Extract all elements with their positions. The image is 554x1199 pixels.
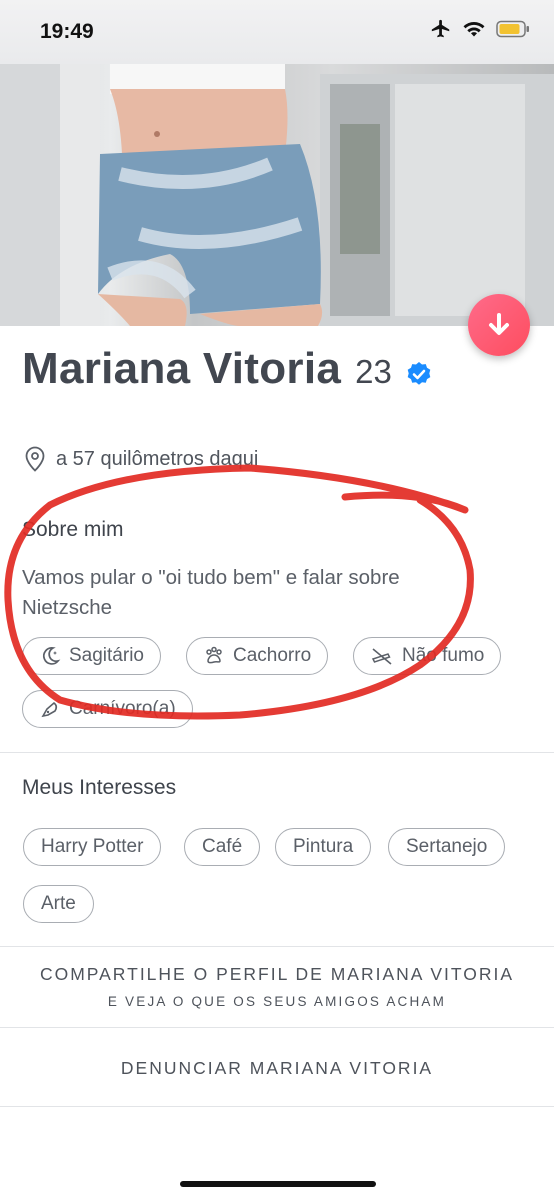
profile-photo-image — [0, 64, 554, 326]
interest-chip: Sertanejo — [388, 828, 506, 866]
arrow-down-icon — [489, 313, 509, 335]
distance-row: a 57 quilômetros daqui — [24, 446, 258, 472]
divider — [0, 1027, 554, 1028]
collapse-profile-button[interactable] — [468, 294, 530, 356]
interest-label: Café — [202, 836, 243, 857]
profile-name: Mariana Vitoria — [22, 344, 342, 393]
divider — [0, 752, 554, 753]
tag-label: Cachorro — [233, 645, 312, 666]
drumstick-icon — [41, 701, 58, 718]
share-title: COMPARTILHE O PERFIL DE MARIANA VITORIA — [39, 964, 515, 984]
moon-icon — [42, 647, 61, 665]
status-time: 19:49 — [40, 20, 94, 43]
no-smoking-icon — [371, 648, 392, 665]
wifi-icon — [463, 22, 485, 37]
profile-photo[interactable] — [0, 64, 554, 326]
tag-diet: Carnívoro(a) — [22, 690, 193, 728]
battery-icon — [496, 20, 529, 38]
paw-icon — [206, 646, 222, 664]
tag-pet: Cachorro — [186, 637, 329, 675]
profile-age: 23 — [355, 353, 392, 390]
status-icons — [430, 18, 530, 40]
divider — [0, 1106, 554, 1107]
tag-label: Carnívoro(a) — [69, 698, 176, 719]
bio-text: Vamos pular o "oi tudo bem" e falar sobr… — [22, 566, 400, 619]
tag-zodiac: Sagitário — [22, 637, 161, 675]
tag-smoking: Não fumo — [353, 637, 502, 675]
interest-chip: Harry Potter — [23, 828, 162, 866]
interest-chip: Pintura — [275, 828, 372, 866]
home-indicator — [180, 1181, 376, 1187]
interest-label: Arte — [41, 893, 76, 914]
interest-label: Sertanejo — [406, 836, 488, 857]
interest-label: Pintura — [293, 836, 354, 857]
verified-badge-icon — [407, 362, 431, 385]
location-pin-icon — [25, 446, 45, 472]
tag-label: Sagitário — [69, 645, 144, 666]
tag-label: Não fumo — [402, 645, 485, 666]
distance-text: a 57 quilômetros daqui — [56, 447, 259, 470]
status-bar: 19:49 — [0, 0, 554, 64]
share-subtitle: E VEJA O QUE OS SEUS AMIGOS ACHAM — [107, 994, 447, 1009]
interest-chip: Arte — [23, 885, 94, 923]
interest-chip: Café — [184, 828, 261, 866]
profile-header: Mariana Vitoria 23 — [22, 344, 432, 394]
interest-label: Harry Potter — [41, 836, 144, 857]
about-title: Sobre mim — [22, 518, 124, 541]
interests-title: Meus Interesses — [22, 776, 177, 799]
airplane-icon — [431, 19, 450, 38]
divider — [0, 946, 554, 947]
report-button[interactable]: DENUNCIAR MARIANA VITORIA — [0, 1058, 554, 1079]
